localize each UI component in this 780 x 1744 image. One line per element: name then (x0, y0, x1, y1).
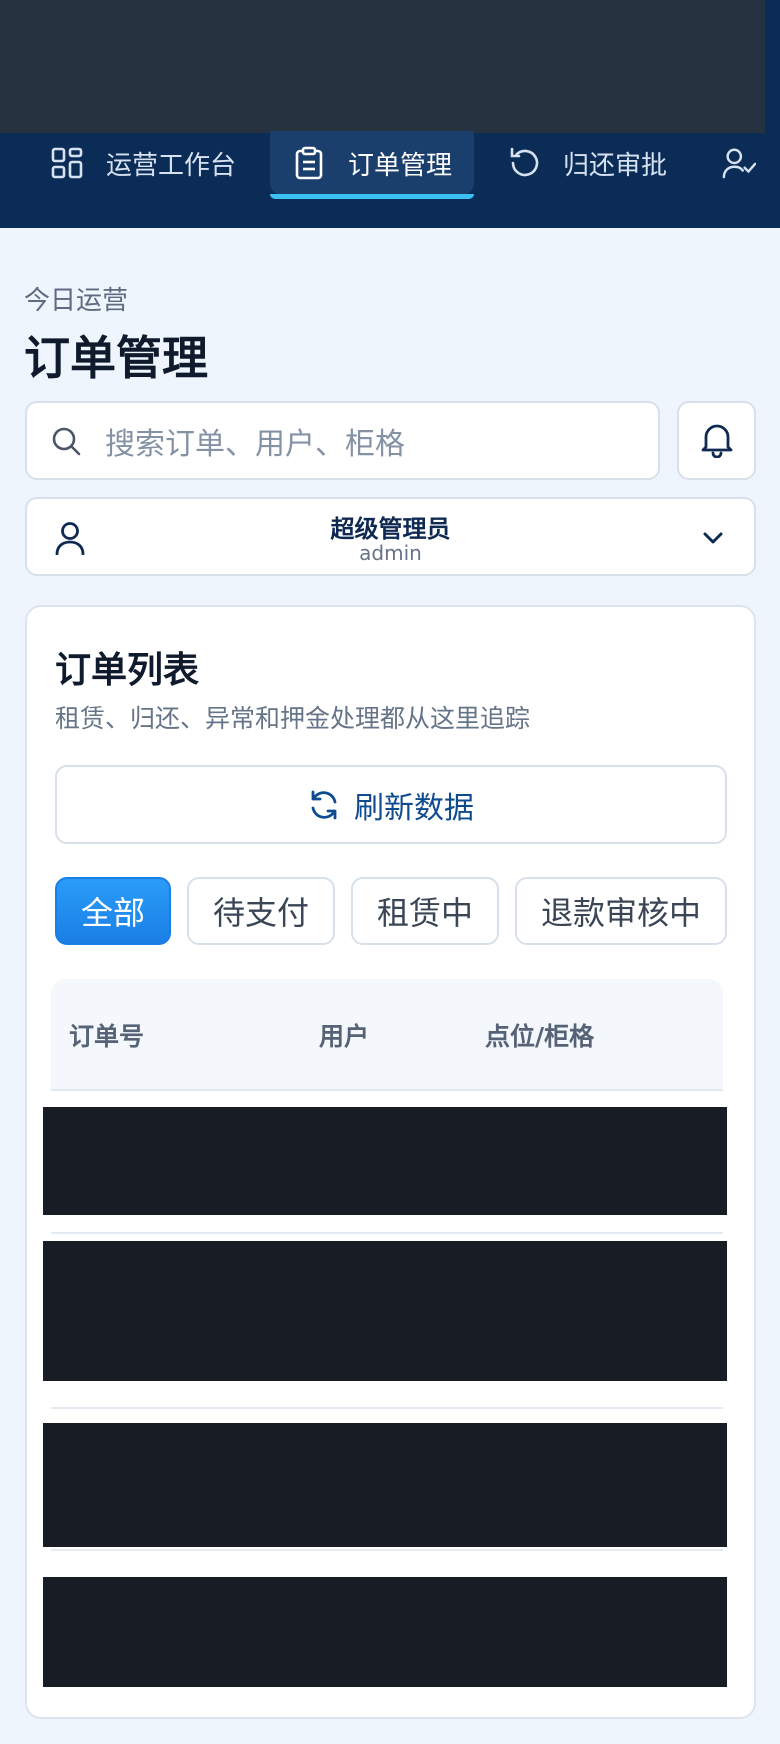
nav-item-dashboard[interactable]: 运营工作台 (50, 131, 236, 195)
card-subtitle: 租赁、归还、异常和押金处理都从这里追踪 (55, 704, 531, 733)
refresh-label: 刷新数据 (354, 790, 474, 826)
page-eyebrow: 今日运营 (24, 286, 129, 316)
column-header-location: 点位/柜格 (485, 1022, 595, 1051)
user-switcher[interactable]: 超级管理员 admin (25, 497, 756, 576)
nav-item-label: 归还审批 (563, 150, 668, 181)
order-list-card: 订单列表 租赁、归还、异常和押金处理都从这里追踪 刷新数据 全部 待支付 租赁中… (25, 605, 756, 1719)
nav-item-label: 订单管理 (348, 150, 453, 181)
search-input[interactable]: 搜索订单、用户、柜格 (25, 401, 660, 480)
row-divider (51, 1549, 723, 1551)
user-role: admin (359, 541, 422, 565)
page: 运营工作台 订单管理 归还审批 今日运营 订单管理 搜索订单、用户、柜格 超级管… (0, 0, 780, 1744)
top-header: 运营工作台 订单管理 归还审批 (0, 0, 780, 228)
page-title: 订单管理 (24, 331, 208, 385)
filter-renting[interactable]: 租赁中 (351, 877, 499, 945)
notifications-button[interactable] (677, 401, 756, 480)
nav-item-return-approval[interactable]: 归还审批 (507, 131, 667, 195)
filter-refund-review[interactable]: 退款审核中 (515, 877, 727, 945)
header-redacted-area (0, 0, 765, 133)
rotate-ccw-icon (507, 146, 541, 180)
refresh-button[interactable]: 刷新数据 (55, 765, 727, 844)
table-row[interactable] (43, 1423, 727, 1547)
card-title: 订单列表 (55, 650, 200, 691)
filter-pending-payment[interactable]: 待支付 (187, 877, 335, 945)
column-header-order-id: 订单号 (69, 1022, 145, 1051)
table-row[interactable] (43, 1577, 727, 1687)
clipboard-icon (292, 146, 326, 180)
table-row[interactable] (43, 1241, 727, 1381)
bell-icon (699, 420, 735, 462)
search-placeholder: 搜索订单、用户、柜格 (105, 426, 405, 462)
refresh-icon (308, 789, 340, 821)
nav-item-users[interactable] (722, 131, 778, 195)
filter-all[interactable]: 全部 (55, 877, 171, 945)
table-header: 订单号 用户 点位/柜格 (51, 979, 723, 1091)
user-name: 超级管理员 (330, 515, 451, 543)
nav-item-label: 运营工作台 (106, 150, 237, 181)
row-divider (51, 1232, 723, 1234)
user-check-icon (722, 146, 756, 180)
search-icon (51, 426, 81, 456)
table-row[interactable] (43, 1107, 727, 1215)
nav-item-orders[interactable]: 订单管理 (270, 131, 475, 199)
dashboard-grid-icon (50, 146, 84, 180)
row-divider (51, 1407, 723, 1409)
column-header-user: 用户 (319, 1022, 370, 1051)
top-nav: 运营工作台 订单管理 归还审批 (0, 131, 780, 199)
chevron-down-icon (698, 523, 728, 553)
